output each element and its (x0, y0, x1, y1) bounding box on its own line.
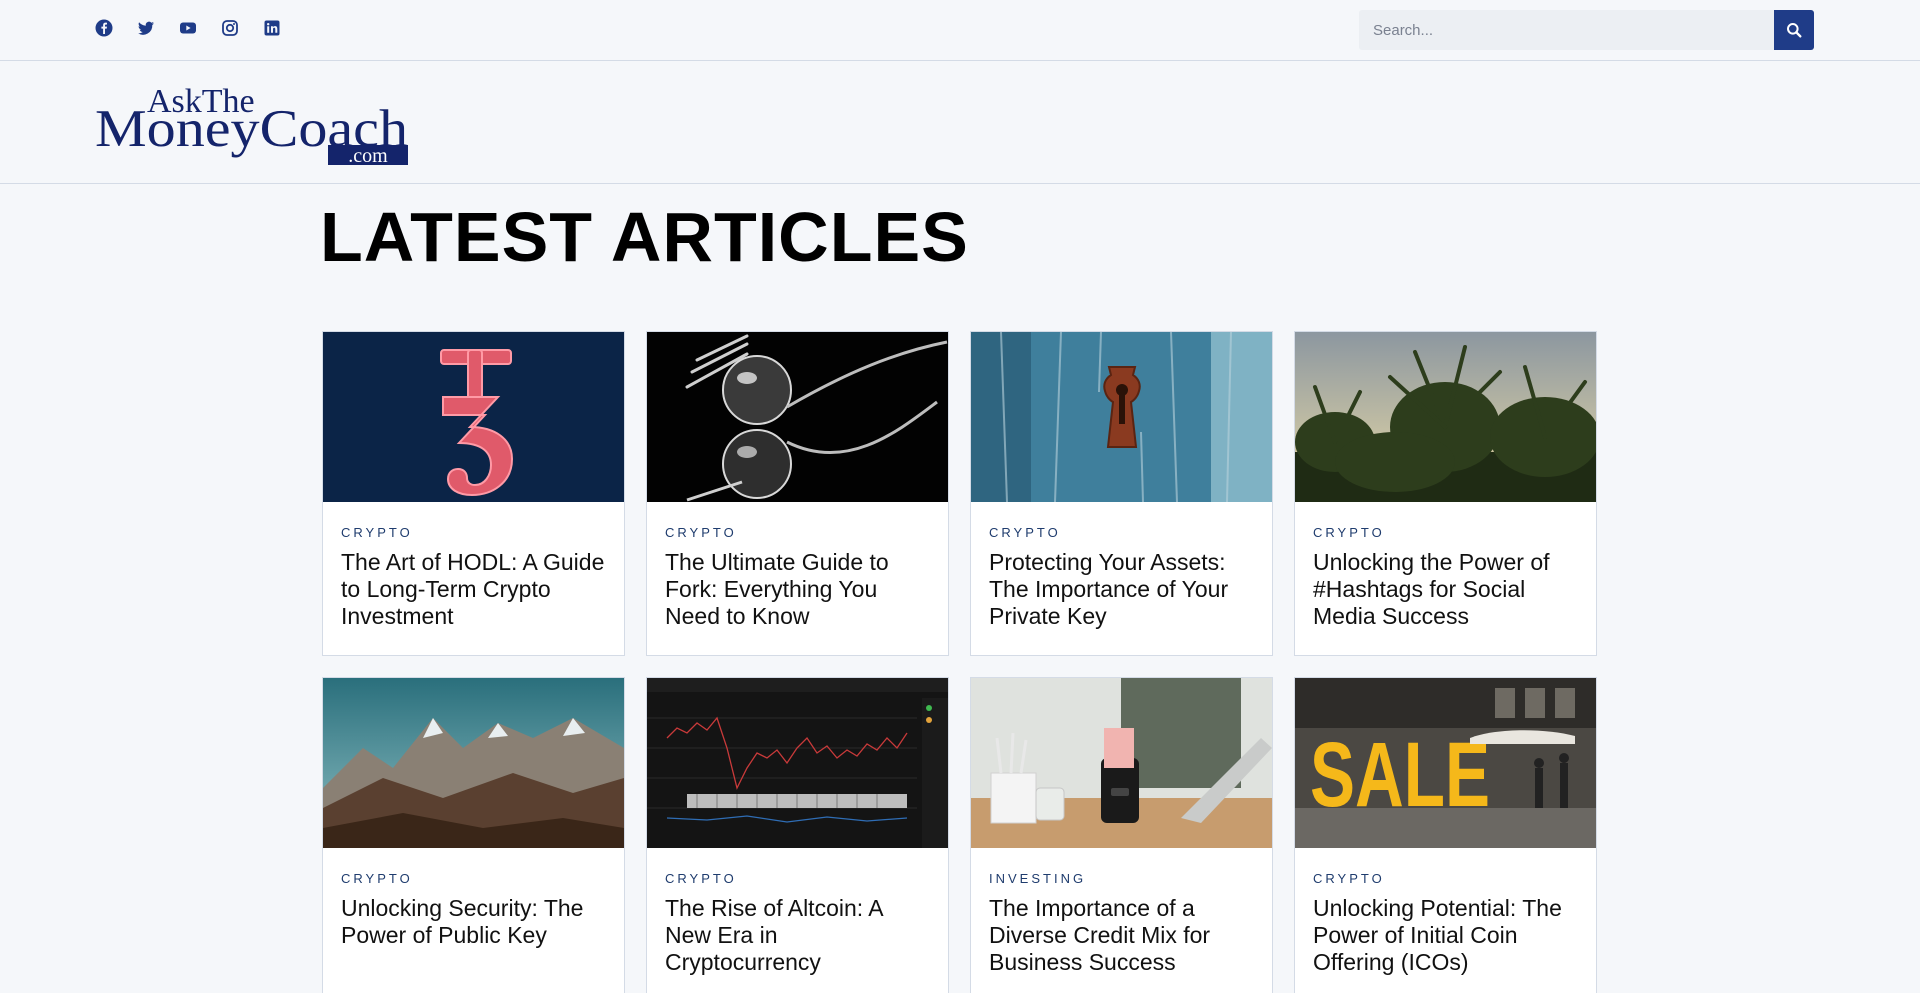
article-title[interactable]: The Importance of a Diverse Credit Mix f… (989, 895, 1254, 976)
article-category[interactable]: CRYPTO (665, 524, 930, 542)
article-card[interactable]: CRYPTO Unlocking the Power of #Hashtags … (1294, 331, 1597, 656)
linkedin-icon[interactable] (263, 19, 281, 37)
page-title: LATEST ARTICLES (320, 198, 969, 276)
article-thumbnail[interactable] (323, 332, 624, 502)
article-card[interactable]: CRYPTO Protecting Your Assets: The Impor… (970, 331, 1273, 656)
article-category[interactable]: CRYPTO (665, 870, 930, 888)
article-thumbnail[interactable] (647, 332, 948, 502)
article-title[interactable]: The Art of HODL: A Guide to Long-Term Cr… (341, 549, 606, 630)
articles-grid: CRYPTO The Art of HODL: A Guide to Long-… (322, 331, 1598, 993)
search-button[interactable] (1774, 10, 1814, 50)
article-title[interactable]: Unlocking Potential: The Power of Initia… (1313, 895, 1578, 976)
svg-text:SALE: SALE (1310, 724, 1490, 826)
article-category[interactable]: CRYPTO (1313, 870, 1578, 888)
article-thumbnail[interactable] (1295, 332, 1596, 502)
article-thumbnail[interactable] (971, 332, 1272, 502)
article-category[interactable]: CRYPTO (1313, 524, 1578, 542)
facebook-icon[interactable] (95, 19, 113, 37)
article-category[interactable]: CRYPTO (341, 524, 606, 542)
article-thumbnail[interactable] (323, 678, 624, 848)
site-logo[interactable]: AskThe MoneyCoach .com (95, 79, 408, 167)
article-thumbnail[interactable] (971, 678, 1272, 848)
article-card[interactable]: SALE CRYPTO Unlocking Potential: The Pow… (1294, 677, 1597, 993)
article-category[interactable]: INVESTING (989, 870, 1254, 888)
article-title[interactable]: Protecting Your Assets: The Importance o… (989, 549, 1254, 630)
article-category[interactable]: CRYPTO (341, 870, 606, 888)
twitter-icon[interactable] (137, 19, 155, 37)
instagram-icon[interactable] (221, 19, 239, 37)
top-bar (0, 0, 1920, 61)
article-category[interactable]: CRYPTO (989, 524, 1254, 542)
article-thumbnail[interactable]: SALE (1295, 678, 1596, 848)
logo-line3: .com (348, 145, 388, 167)
search-icon (1787, 23, 1802, 38)
youtube-icon[interactable] (179, 19, 197, 37)
article-title[interactable]: The Rise of Altcoin: A New Era in Crypto… (665, 895, 930, 976)
article-title[interactable]: Unlocking the Power of #Hashtags for Soc… (1313, 549, 1578, 630)
social-links (95, 19, 281, 37)
article-thumbnail[interactable] (647, 678, 948, 848)
search-input[interactable] (1359, 10, 1774, 50)
search-form (1359, 10, 1814, 50)
article-card[interactable]: CRYPTO Unlocking Security: The Power of … (322, 677, 625, 993)
article-card[interactable]: INVESTING The Importance of a Diverse Cr… (970, 677, 1273, 993)
site-header: AskThe MoneyCoach .com (0, 61, 1920, 184)
article-title[interactable]: Unlocking Security: The Power of Public … (341, 895, 606, 949)
article-card[interactable]: CRYPTO The Rise of Altcoin: A New Era in… (646, 677, 949, 993)
article-card[interactable]: CRYPTO The Art of HODL: A Guide to Long-… (322, 331, 625, 656)
article-card[interactable]: CRYPTO The Ultimate Guide to Fork: Every… (646, 331, 949, 656)
article-title[interactable]: The Ultimate Guide to Fork: Everything Y… (665, 549, 930, 630)
